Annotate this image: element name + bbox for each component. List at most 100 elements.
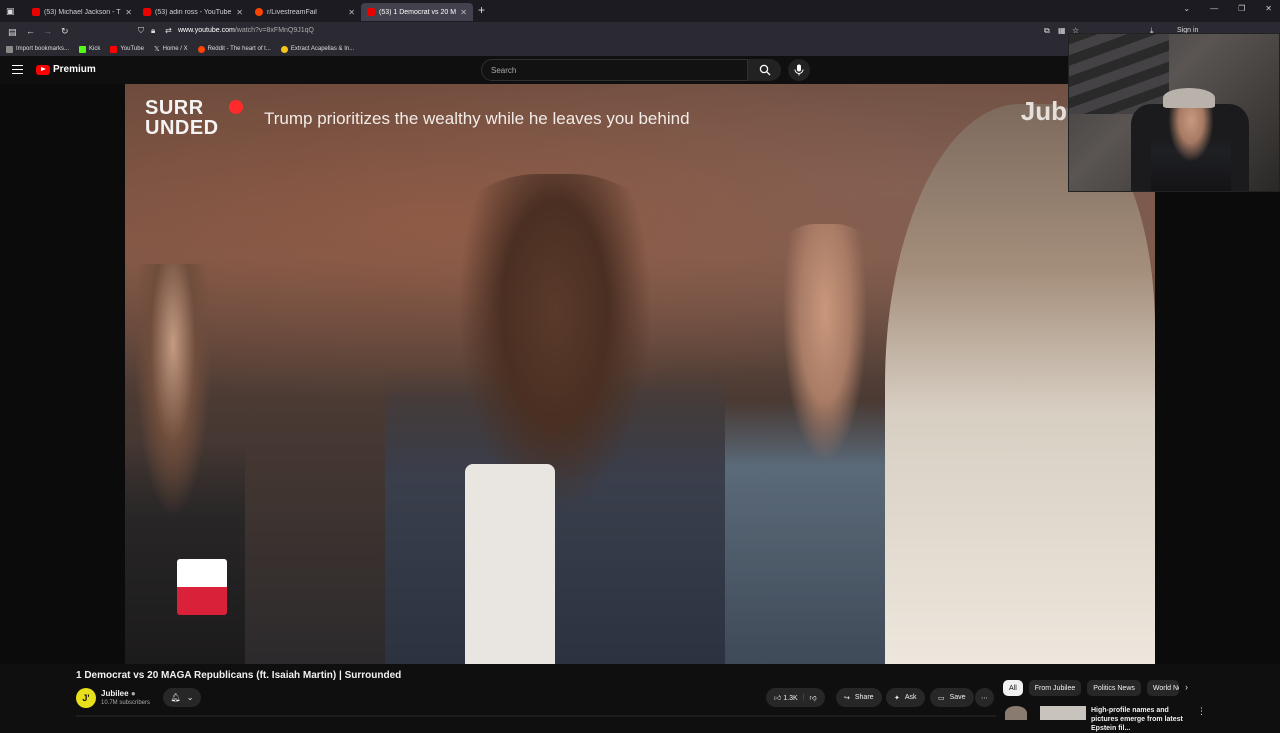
webcam-hat <box>1163 88 1215 108</box>
forward-button[interactable]: → <box>43 26 52 36</box>
more-actions-button[interactable]: ⋯ <box>975 688 994 707</box>
show-logo: SURR UNDED <box>145 98 219 138</box>
minimize-icon[interactable]: — <box>1210 4 1218 13</box>
url-host: www.youtube.com <box>178 27 235 34</box>
ask-label: Ask <box>904 694 917 701</box>
dislike-button[interactable]: 👎︎ <box>810 693 817 702</box>
microphone-icon <box>794 64 804 76</box>
save-button[interactable]: ▭ Save <box>930 688 974 707</box>
save-playlist-icon: ▭ <box>938 694 945 702</box>
share-icon: ↪ <box>844 694 850 702</box>
bookmark-youtube[interactable]: YouTube <box>110 45 144 53</box>
video-info-section: 1 Democrat vs 20 MAGA Republicans (ft. I… <box>0 664 1280 732</box>
browser-tab-4[interactable]: (53) 1 Democrat vs 20 MAG... ✕ <box>361 3 473 21</box>
more-horizontal-icon: ⋯ <box>981 694 988 702</box>
speaker-shirt <box>465 464 555 664</box>
thumbs-up-icon: 👍︎ <box>774 695 782 702</box>
show-logo-line2: UNDED <box>145 117 219 139</box>
video-title: 1 Democrat vs 20 MAGA Republicans (ft. I… <box>76 670 402 681</box>
close-icon[interactable]: ✕ <box>460 8 467 17</box>
tab-title: (53) adin ross - YouTube <box>155 8 232 16</box>
x-logo-icon: 𝕏 <box>153 46 160 53</box>
chip-from-channel[interactable]: From Jubilee <box>1028 680 1082 696</box>
youtube-favicon-icon <box>32 8 40 16</box>
close-icon[interactable]: ✕ <box>125 8 132 17</box>
like-button[interactable]: 👍︎ 1.3K <box>774 693 798 702</box>
browser-tab-1[interactable]: (53) Michael Jackson - The... ✕ <box>26 3 138 21</box>
youtube-logo[interactable]: Premium <box>36 64 96 75</box>
shield-icon[interactable]: ⛉ <box>138 26 144 36</box>
sidebar-icon[interactable]: ▤ <box>8 27 17 38</box>
acapella-icon <box>280 45 288 53</box>
bookmark-import[interactable]: Import bookmarks... <box>6 45 70 53</box>
close-window-icon[interactable]: ✕ <box>1265 4 1272 13</box>
webcam-overlay <box>1068 33 1280 192</box>
chevron-down-icon[interactable]: ⌄ <box>1183 4 1190 13</box>
address-bar[interactable]: www.youtube.com/watch?v=8xFMnQ9J1qQ <box>178 27 314 34</box>
logo-label: Premium <box>53 64 96 75</box>
chip-politics-news[interactable]: Politics News <box>1087 680 1141 696</box>
save-label: Save <box>949 694 966 701</box>
chip-world-news[interactable]: World Ne <box>1146 680 1179 696</box>
browser-tab-3[interactable]: r/LivestreamFail ✕ <box>249 3 361 21</box>
back-button[interactable]: ← <box>26 26 35 36</box>
youtube-favicon-icon <box>143 8 151 16</box>
video-frame[interactable]: SURR UNDED Trump prioritizes the wealthy… <box>125 84 1155 664</box>
window-controls: ⌄ — ❐ ✕ <box>1183 4 1272 13</box>
bookmark-label: Extract Acapellas & In... <box>290 46 355 52</box>
picture-in-picture-icon[interactable]: ⧉ <box>1044 26 1050 36</box>
permissions-icon[interactable]: ⇄ <box>165 26 172 35</box>
youtube-icon <box>110 45 118 53</box>
bell-icon: 🔔︎ <box>170 693 181 702</box>
new-tab-button[interactable]: + <box>478 3 485 17</box>
import-icon <box>6 45 13 53</box>
search-input[interactable]: Search <box>481 59 748 81</box>
youtube-favicon-icon <box>367 8 375 16</box>
verified-icon: ● <box>130 689 136 698</box>
recommendation-chips: All From Jubilee Politics News World Ne <box>1003 680 1179 696</box>
reddit-icon <box>197 45 205 53</box>
video-caption: Trump prioritizes the wealthy while he l… <box>264 109 690 128</box>
chevron-right-icon[interactable]: › <box>1185 682 1188 692</box>
bookmark-kick[interactable]: Kick <box>79 45 100 53</box>
restore-icon[interactable]: ❐ <box>1238 4 1245 13</box>
like-count: 1.3K <box>783 695 798 702</box>
bookmark-x[interactable]: 𝕏 Home / X <box>154 45 188 53</box>
bookmark-label: Import bookmarks... <box>16 46 70 52</box>
menu-icon[interactable] <box>12 65 23 74</box>
tab-list-icon[interactable]: ▣ <box>6 6 15 17</box>
kick-icon <box>79 45 87 53</box>
bookmark-reddit[interactable]: Reddit - The heart of t... <box>197 45 271 53</box>
more-vertical-icon[interactable]: ⋮ <box>1197 706 1206 717</box>
subscriber-count: 10.7M subscribers <box>101 700 151 706</box>
bookmark-acapellas[interactable]: Extract Acapellas & In... <box>280 45 355 53</box>
search-button[interactable] <box>748 59 781 81</box>
close-icon[interactable]: ✕ <box>236 8 243 17</box>
recommendation-thumbnail[interactable] <box>1040 706 1086 720</box>
close-icon[interactable]: ✕ <box>348 8 355 17</box>
browser-tabstrip: ▣ (53) Michael Jackson - The... ✕ (53) a… <box>0 0 1280 22</box>
recommendation-avatar[interactable] <box>1005 706 1027 720</box>
lock-icon[interactable]: 🔒︎ <box>151 26 155 36</box>
chip-all[interactable]: All <box>1003 680 1023 696</box>
description-box-edge <box>76 715 996 717</box>
browser-tab-2[interactable]: (53) adin ross - YouTube ✕ <box>137 3 249 21</box>
reload-button[interactable]: ↻ <box>61 26 69 37</box>
tab-title: r/LivestreamFail <box>267 8 317 16</box>
voice-search-button[interactable] <box>788 59 810 81</box>
speaker-figure <box>385 174 725 664</box>
thumbs-down-icon: 👎︎ <box>809 695 817 702</box>
bookmark-label: Home / X <box>162 46 188 52</box>
channel-name[interactable]: Jubilee ● <box>101 689 136 698</box>
url-path: /watch?v=8xFMnQ9J1qQ <box>234 27 314 34</box>
ask-button[interactable]: ✦ Ask <box>886 688 925 707</box>
notification-bell-button[interactable]: 🔔︎ ⌄ <box>163 688 201 707</box>
youtube-play-icon <box>36 64 50 75</box>
watermark-brand: Jub <box>1020 96 1067 126</box>
reader-view-icon[interactable]: ▦ <box>1058 26 1066 35</box>
like-dislike-group: 👍︎ 1.3K | 👎︎ <box>766 688 825 707</box>
show-logo-line1: SURR <box>145 97 204 119</box>
share-button[interactable]: ↪ Share <box>836 688 882 707</box>
channel-avatar[interactable]: J' <box>76 688 96 708</box>
bookmark-label: YouTube <box>120 46 144 52</box>
